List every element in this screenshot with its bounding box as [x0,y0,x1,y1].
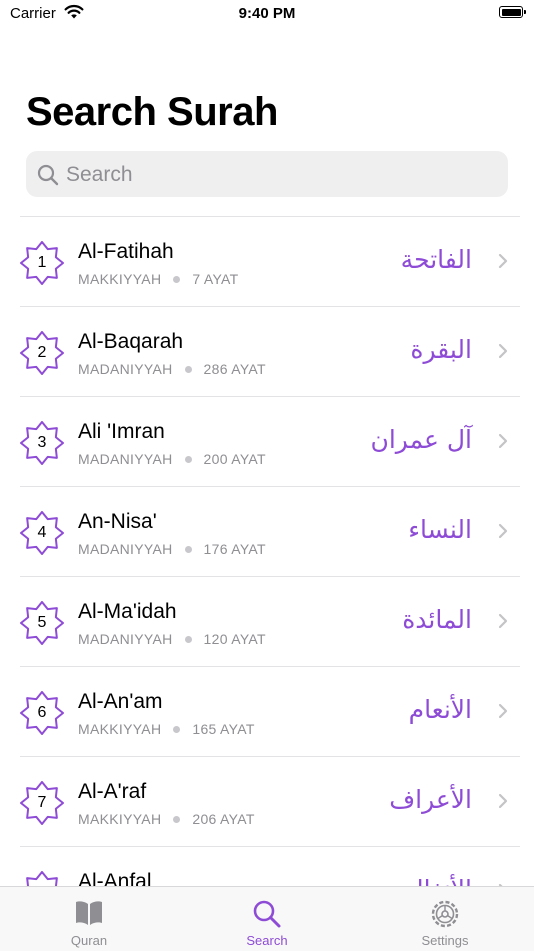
separator-dot [173,815,181,823]
surah-row[interactable]: 3 Ali 'Imran MADANIYYAH 200 AYAT آل عمران [20,397,520,487]
surah-row[interactable]: 5 Al-Ma'idah MADANIYYAH 120 AYAT المائدة [20,577,520,667]
surah-name: Ali 'Imran [78,420,165,443]
surah-list: 1 Al-Fatihah MAKKIYYAH 7 AYAT الفاتحة 2 Al-Baq… [20,216,520,937]
book-icon [76,901,102,925]
surah-row[interactable]: 4 An-Nisa' MADANIYYAH 176 AYAT النساء [20,487,520,577]
surah-name: Al-An'am [78,690,163,713]
surah-name: Al-A'raf [78,780,147,803]
surah-meta: MAKKIYYAH 206 AYAT [78,811,255,827]
search-input[interactable] [64,151,498,199]
separator-dot [184,545,192,553]
tab-settings[interactable]: Settings [356,887,534,951]
surah-ayat-count: 176 AYAT [203,541,266,557]
chevron-right-icon [498,433,508,449]
search-icon [253,900,281,928]
search-bar[interactable] [26,151,508,199]
surah-number-badge: 2 [20,331,64,375]
chevron-right-icon [498,343,508,359]
surah-name: An-Nisa' [78,510,157,533]
tab-label: Settings [421,933,469,948]
surah-number: 6 [37,704,47,721]
chevron-right-icon [498,253,508,269]
surah-number: 5 [37,614,47,631]
surah-revelation-type: MADANIYYAH [78,451,173,467]
tab-quran[interactable]: Quran [0,887,178,951]
surah-name: Al-Ma'idah [78,600,177,623]
surah-ayat-count: 165 AYAT [192,721,255,737]
tab-label: Search [246,933,288,948]
separator-dot [184,455,192,463]
page-title: Search Surah [26,90,278,134]
surah-revelation-type: MAKKIYYAH [78,721,162,737]
tab-search[interactable]: Search [178,887,356,951]
surah-meta: MADANIYYAH 176 AYAT [78,541,266,557]
surah-number: 1 [37,254,47,271]
surah-number: 3 [37,434,47,451]
surah-meta: MADANIYYAH 120 AYAT [78,631,266,647]
surah-meta: MAKKIYYAH 7 AYAT [78,271,239,287]
surah-arabic-name: الأعراف [389,785,472,814]
surah-meta: MAKKIYYAH 165 AYAT [78,721,255,737]
separator-dot [173,275,181,283]
status-bar: Carrier 9:40 PM [0,0,534,28]
surah-ayat-count: 206 AYAT [192,811,255,827]
surah-arabic-name: النساء [408,515,472,544]
chevron-right-icon [498,793,508,809]
surah-revelation-type: MADANIYYAH [78,541,173,557]
search-icon [37,164,59,186]
surah-number: 2 [37,344,47,361]
surah-meta: MADANIYYAH 200 AYAT [78,451,266,467]
surah-row[interactable]: 2 Al-Baqarah MADANIYYAH 286 AYAT البقرة [20,307,520,397]
surah-arabic-name: آل عمران [370,425,472,454]
surah-revelation-type: MAKKIYYAH [78,271,162,287]
gear-icon [431,900,459,928]
battery-icon [499,6,526,18]
separator-dot [184,365,192,373]
surah-ayat-count: 7 AYAT [192,271,239,287]
surah-ayat-count: 286 AYAT [203,361,266,377]
surah-number-badge: 5 [20,601,64,645]
surah-number-badge: 3 [20,421,64,465]
separator-dot [184,635,192,643]
tab-bar: Quran Search Settings [0,886,534,951]
separator-dot [173,725,181,733]
surah-number-badge: 6 [20,691,64,735]
chevron-right-icon [498,613,508,629]
tab-label: Quran [70,933,108,948]
surah-number: 7 [37,794,47,811]
surah-arabic-name: البقرة [410,335,472,364]
surah-arabic-name: المائدة [402,605,472,634]
surah-revelation-type: MADANIYYAH [78,361,173,377]
surah-row[interactable]: 7 Al-A'raf MAKKIYYAH 206 AYAT الأعراف [20,757,520,847]
surah-meta: MADANIYYAH 286 AYAT [78,361,266,377]
surah-row[interactable]: 6 Al-An'am MAKKIYYAH 165 AYAT الأنعام [20,667,520,757]
surah-arabic-name: الأنعام [408,695,472,724]
surah-revelation-type: MADANIYYAH [78,631,173,647]
clock: 9:40 PM [238,5,296,22]
surah-arabic-name: الفاتحة [400,245,472,274]
surah-number-badge: 1 [20,241,64,285]
surah-number-badge: 7 [20,781,64,825]
surah-row[interactable]: 1 Al-Fatihah MAKKIYYAH 7 AYAT الفاتحة [20,217,520,307]
surah-number: 4 [37,524,47,541]
surah-revelation-type: MAKKIYYAH [78,811,162,827]
chevron-right-icon [498,703,508,719]
surah-name: Al-Fatihah [78,240,174,263]
surah-number-badge: 4 [20,511,64,555]
surah-ayat-count: 200 AYAT [203,451,266,467]
surah-name: Al-Baqarah [78,330,184,353]
surah-ayat-count: 120 AYAT [203,631,266,647]
chevron-right-icon [498,523,508,539]
